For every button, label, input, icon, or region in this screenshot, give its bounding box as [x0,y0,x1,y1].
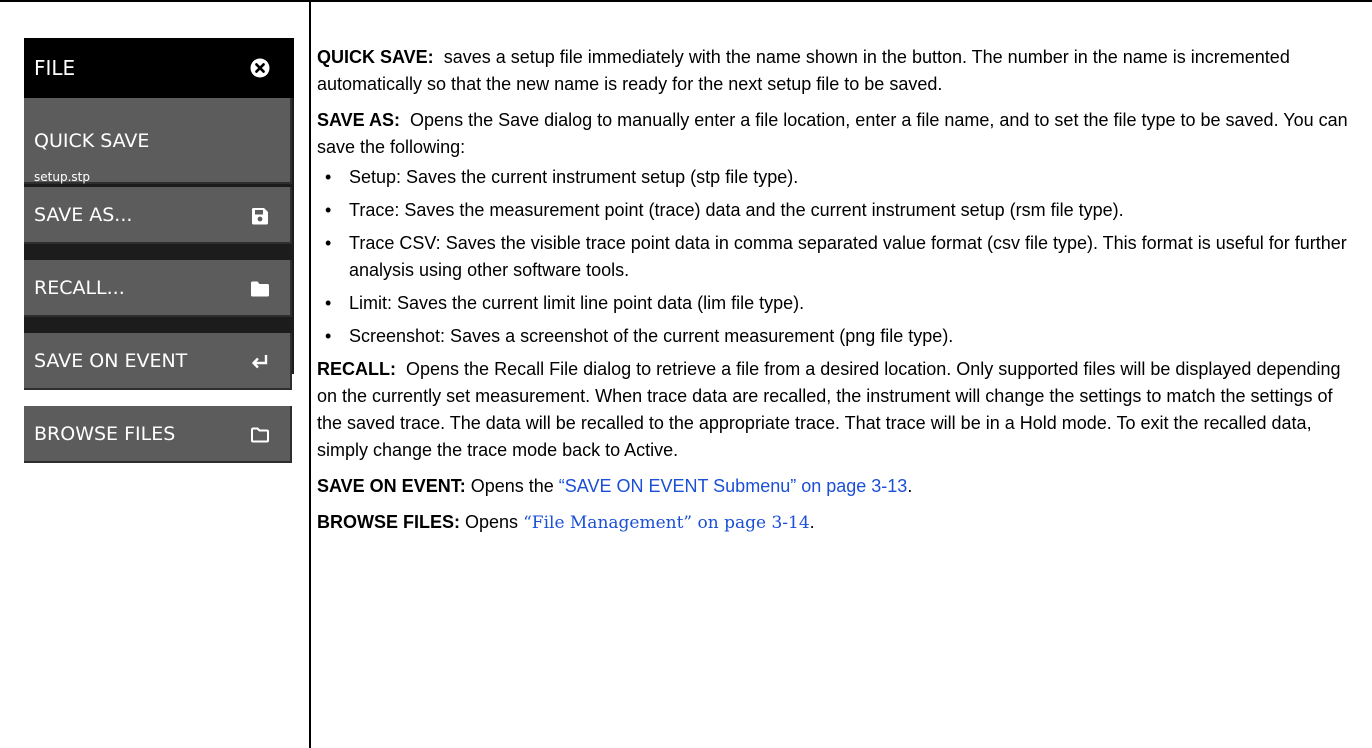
bullet-screenshot: Screenshot: Saves a screenshot of the cu… [317,323,1362,350]
term-quick-save: QUICK SAVE: [317,47,434,67]
save-on-event-text: Opens the [470,476,554,496]
quick-save-description: QUICK SAVE: saves a setup file immediate… [317,44,1362,98]
bullet-trace: Trace: Saves the measurement point (trac… [317,197,1362,224]
folder-filled-icon [251,281,269,297]
browse-files-description: BROWSE FILES: Opens “File Management” on… [317,509,1362,537]
recall-description: RECALL: Opens the Recall File dialog to … [317,356,1362,464]
folder-outline-icon [251,427,269,443]
save-on-event-submenu-link[interactable]: “SAVE ON EVENT Submenu” on page 3-13 [559,476,908,496]
recall-text: Opens the Recall File dialog to retrieve… [317,359,1341,460]
save-on-event-button[interactable]: SAVE ON EVENT [24,333,292,390]
browse-files-button[interactable]: BROWSE FILES [24,406,292,463]
column-divider [309,0,311,748]
description-column: QUICK SAVE: saves a setup file immediate… [317,44,1362,546]
term-save-as: SAVE AS: [317,110,401,130]
save-as-text: Opens the Save dialog to manually enter … [317,110,1348,157]
recall-label: RECALL... [34,277,125,299]
top-rule [0,0,1372,2]
quick-save-text: saves a setup file immediately with the … [317,47,1290,94]
recall-button[interactable]: RECALL... [24,260,292,317]
close-circle-icon[interactable] [250,58,270,78]
save-as-button[interactable]: SAVE AS... [24,187,292,244]
bullet-limit: Limit: Saves the current limit line poin… [317,290,1362,317]
bullet-setup: Setup: Saves the current instrument setu… [317,164,1362,191]
quick-save-button[interactable]: QUICK SAVE setup.stp [24,98,292,184]
term-recall: RECALL: [317,359,396,379]
browse-files-period: . [809,512,815,532]
browse-files-text: Opens [465,512,519,532]
save-as-file-types: Setup: Saves the current instrument setu… [317,164,1362,350]
save-on-event-description: SAVE ON EVENT: Opens the “SAVE ON EVENT … [317,473,1362,500]
bullet-trace-csv: Trace CSV: Saves the visible trace point… [317,230,1362,284]
save-on-event-label: SAVE ON EVENT [34,350,188,372]
term-browse-files: BROWSE FILES: [317,512,460,532]
term-save-on-event: SAVE ON EVENT: [317,476,466,496]
save-as-label: SAVE AS... [34,204,133,226]
enter-arrow-icon [252,355,268,369]
menu-header: FILE [24,38,294,98]
browse-files-label: BROWSE FILES [34,423,176,445]
file-management-link[interactable]: “File Management” on page 3-14 [523,513,810,533]
save-on-event-period: . [907,476,913,496]
save-as-description: SAVE AS: Opens the Save dialog to manual… [317,107,1362,161]
quick-save-filename: setup.stp [34,170,90,184]
file-menu: FILE QUICK SAVE setup.stp SAVE AS... REC… [24,38,294,463]
menu-title: FILE [34,56,76,80]
save-icon [252,208,268,225]
quick-save-label: QUICK SAVE [34,130,150,152]
